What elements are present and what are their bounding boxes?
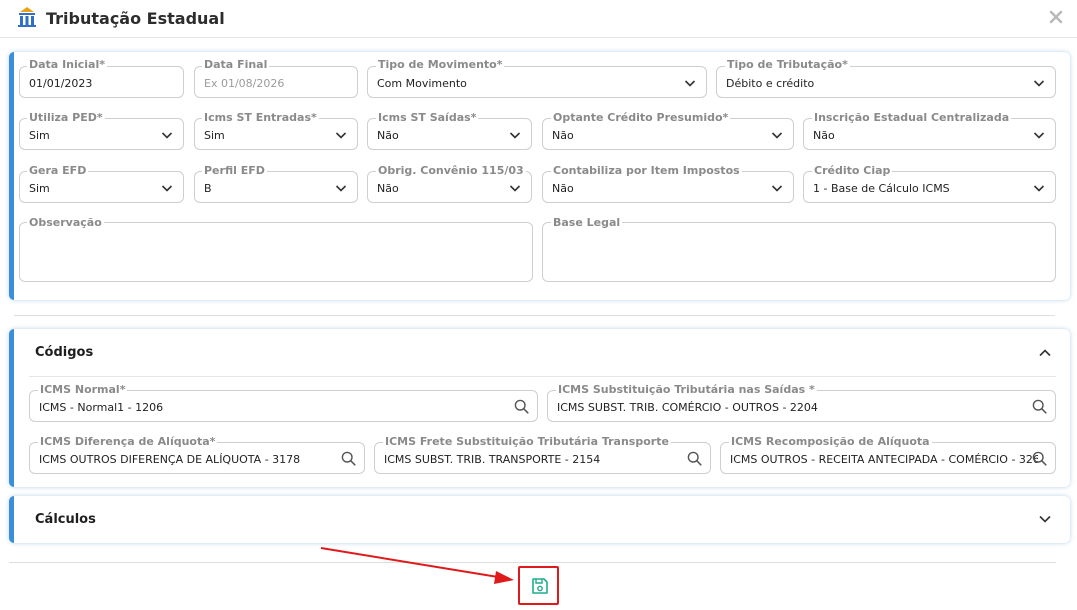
save-button[interactable] (518, 566, 559, 605)
codigos-title: Códigos (35, 345, 94, 360)
credito-ciap-value: 1 - Base de Cálculo ICMS (813, 182, 950, 195)
panel-accent (9, 496, 14, 543)
icms-st-entradas-value: Sim (204, 129, 225, 142)
data-inicial-value: 01/01/2023 (29, 77, 93, 90)
chevron-down-icon (771, 185, 783, 192)
icms-st-saidas-label: Icms ST Saídas* (376, 111, 479, 124)
tipo-movimento-value: Com Movimento (377, 77, 467, 90)
save-icon (532, 578, 548, 594)
perfil-efd-value: B (204, 182, 212, 195)
obrig-convenio-value: Não (377, 182, 399, 195)
dialog-header: Tributação Estadual (0, 0, 1077, 38)
chevron-down-icon (1033, 80, 1045, 87)
search-icon[interactable] (687, 451, 702, 466)
obrig-convenio-label: Obrig. Convênio 115/03 (376, 164, 526, 177)
icms-dif-aliquota-label: ICMS Diferença de Alíquota* (38, 435, 218, 448)
chevron-up-icon[interactable] (1038, 346, 1052, 360)
chevron-down-icon (684, 80, 696, 87)
dialog-title: Tributação Estadual (46, 9, 225, 28)
credito-ciap-label: Crédito Ciap (812, 164, 893, 177)
close-icon[interactable] (1047, 8, 1065, 26)
base-legal-textarea[interactable] (542, 222, 1056, 282)
search-icon[interactable] (1032, 451, 1047, 466)
divider (14, 315, 1055, 316)
gera-efd-label: Gera EFD (27, 164, 89, 177)
icms-recomposicao-label: ICMS Recomposição de Alíquota (729, 435, 932, 448)
chevron-down-icon (509, 132, 521, 139)
icms-frete-st-value: ICMS SUBST. TRIB. TRANSPORTE - 2154 (384, 453, 601, 466)
icms-st-saidas-code-value: ICMS SUBST. TRIB. COMÉRCIO - OUTROS - 22… (557, 401, 818, 414)
icms-normal-value: ICMS - Normal1 - 1206 (39, 401, 164, 414)
panel-accent (9, 52, 14, 300)
calculos-title: Cálculos (35, 512, 96, 527)
utiliza-ped-value: Sim (29, 129, 50, 142)
chevron-down-icon (771, 132, 783, 139)
data-final-label: Data Final (202, 58, 270, 71)
chevron-down-icon (161, 132, 173, 139)
tipo-movimento-label: Tipo de Movimento* (376, 58, 505, 71)
chevron-down-icon (335, 132, 347, 139)
chevron-down-icon[interactable] (1038, 512, 1052, 526)
chevron-down-icon (1033, 132, 1045, 139)
footer-divider (9, 562, 1056, 563)
gera-efd-value: Sim (29, 182, 50, 195)
panel-accent (9, 329, 14, 487)
data-inicial-label: Data Inicial* (27, 58, 107, 71)
icms-st-saidas-value: Não (377, 129, 399, 142)
calculos-panel[interactable] (9, 496, 1070, 543)
chevron-down-icon (1033, 185, 1045, 192)
optante-credito-label: Optante Crédito Presumido* (551, 111, 731, 124)
icms-frete-st-label: ICMS Frete Substituição Tributária Trans… (383, 435, 671, 448)
search-icon[interactable] (341, 451, 356, 466)
icms-recomposicao-value: ICMS OUTROS - RECEITA ANTECIPADA - COMÉR… (730, 453, 1038, 466)
search-icon[interactable] (514, 399, 529, 414)
tipo-tributacao-label: Tipo de Tributação* (725, 58, 850, 71)
icms-normal-label: ICMS Normal* (38, 383, 128, 396)
tipo-tributacao-value: Débito e crédito (726, 77, 815, 90)
inscricao-estadual-label: Inscrição Estadual Centralizada (812, 111, 1012, 124)
icms-dif-aliquota-value: ICMS OUTROS DIFERENÇA DE ALÍQUOTA - 3178 (39, 453, 301, 466)
contabiliza-label: Contabiliza por Item Impostos (551, 164, 742, 177)
chevron-down-icon (509, 185, 521, 192)
observacao-textarea[interactable] (19, 222, 533, 282)
utiliza-ped-label: Utiliza PED* (27, 111, 105, 124)
data-final-placeholder: Ex 01/08/2026 (204, 77, 285, 90)
chevron-down-icon (335, 185, 347, 192)
perfil-efd-label: Perfil EFD (202, 164, 267, 177)
contabiliza-value: Não (552, 182, 574, 195)
search-icon[interactable] (1032, 399, 1047, 414)
base-legal-label: Base Legal (551, 216, 623, 229)
icms-st-saidas-code-label: ICMS Substituição Tributária nas Saídas … (556, 383, 817, 396)
section-divider (29, 376, 1056, 377)
chevron-down-icon (161, 185, 173, 192)
building-icon (18, 7, 36, 27)
inscricao-estadual-value: Não (813, 129, 835, 142)
icms-st-entradas-label: Icms ST Entradas* (202, 111, 319, 124)
observacao-label: Observação (27, 216, 104, 229)
optante-credito-value: Não (552, 129, 574, 142)
